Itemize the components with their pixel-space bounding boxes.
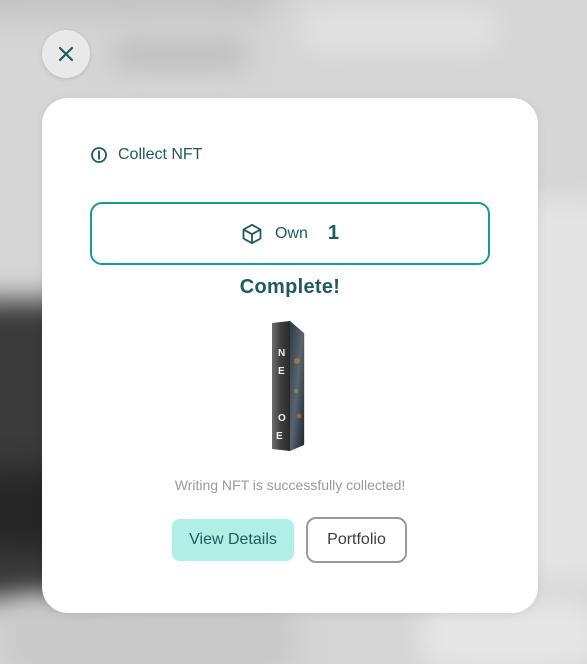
book-cover-letter: E [276,431,283,442]
book-cover-letter: E [278,366,285,377]
book-cover-letter: O [278,413,286,424]
collect-nft-dialog: Collect NFT Own 1 Complete! N E O E Writ… [42,98,538,613]
portfolio-button[interactable]: Portfolio [306,517,407,563]
own-count: 1 [327,222,340,244]
close-icon [58,46,74,62]
nft-book-image: N E O E [270,321,306,453]
status-title: Complete! [239,276,341,298]
background-blur-shape [110,40,250,70]
own-label: Own [274,224,308,242]
background-blur-shape [300,10,500,50]
own-count-box: Own 1 [90,202,490,265]
background-blur-shape [0,0,280,20]
action-buttons: View Details Portfolio [172,517,407,563]
success-message: Writing NFT is successfully collected! [174,477,406,493]
close-button[interactable] [42,30,90,78]
view-details-button[interactable]: View Details [172,519,294,561]
dialog-header: Collect NFT [90,146,202,164]
info-icon [90,146,108,164]
cube-icon [241,223,263,245]
dialog-title: Collect NFT [118,146,203,163]
book-cover-letter: N [278,348,286,359]
